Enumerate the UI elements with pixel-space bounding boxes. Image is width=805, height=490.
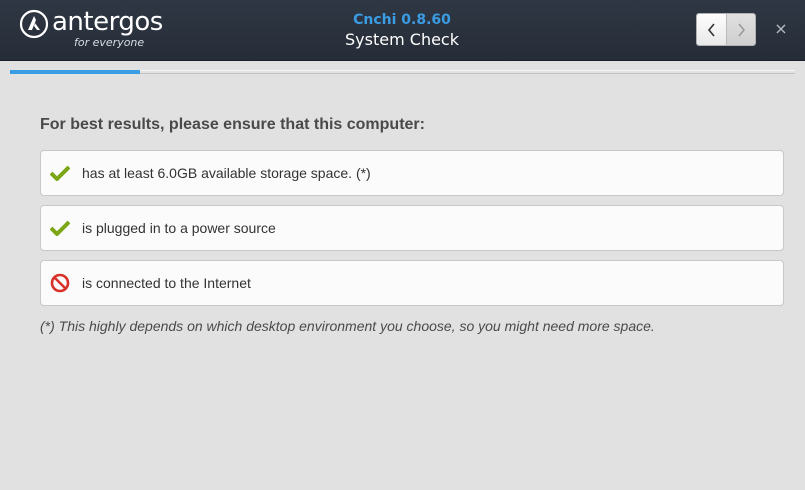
- back-button[interactable]: [697, 14, 726, 45]
- check-item-label: is connected to the Internet: [82, 275, 251, 291]
- chevron-right-icon: [738, 22, 746, 37]
- antergos-logo-icon: [19, 9, 49, 39]
- forward-button[interactable]: [726, 14, 755, 45]
- navigation-buttons: [696, 13, 756, 46]
- checkmark-icon: [49, 217, 71, 239]
- storage-footnote: (*) This highly depends on which desktop…: [40, 318, 655, 334]
- antergos-logo: antergos for everyone: [19, 7, 163, 51]
- prohibited-icon: [49, 272, 71, 294]
- checkmark-icon: [49, 162, 71, 184]
- check-item-label: has at least 6.0GB available storage spa…: [82, 165, 371, 181]
- check-item-storage: has at least 6.0GB available storage spa…: [40, 150, 784, 196]
- close-button[interactable]: ×: [772, 20, 790, 38]
- progress-bar: [10, 70, 795, 74]
- chevron-left-icon: [707, 22, 715, 37]
- page-title: System Check: [345, 30, 459, 49]
- check-item-internet: is connected to the Internet: [40, 260, 784, 306]
- section-heading: For best results, please ensure that thi…: [40, 116, 425, 133]
- app-version: Cnchi 0.8.60: [353, 12, 451, 28]
- progress-fill: [10, 70, 140, 74]
- title-bar: antergos for everyone Cnchi 0.8.60 Syste…: [0, 0, 805, 61]
- check-item-label: is plugged in to a power source: [82, 220, 276, 236]
- brand-tagline: for everyone: [74, 36, 145, 49]
- brand-name: antergos: [52, 7, 163, 37]
- window-title: Cnchi 0.8.60 System Check: [300, 10, 504, 50]
- check-item-power: is plugged in to a power source: [40, 205, 784, 251]
- close-icon: ×: [774, 19, 788, 38]
